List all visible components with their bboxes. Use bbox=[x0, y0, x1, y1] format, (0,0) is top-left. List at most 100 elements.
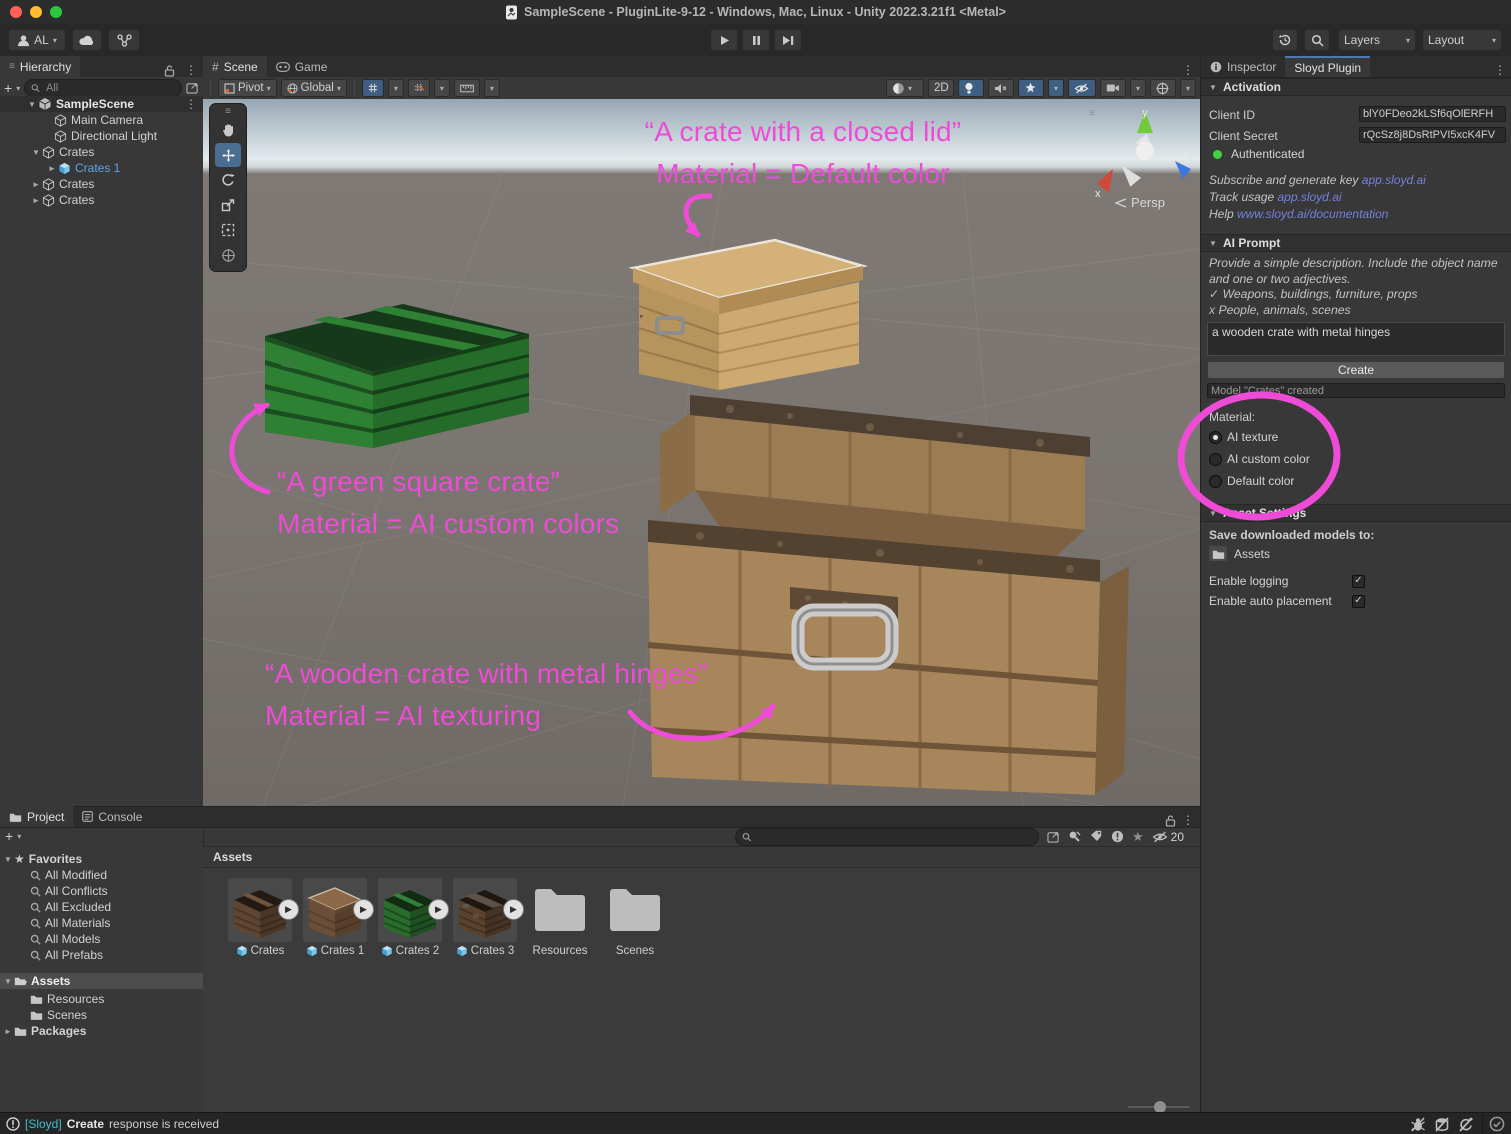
gizmos-button[interactable] bbox=[1150, 79, 1176, 97]
asset-thumbnail[interactable] bbox=[603, 878, 667, 942]
radio-default-color[interactable]: Default color bbox=[1209, 474, 1294, 488]
chevron-down-icon[interactable]: ▾ bbox=[16, 84, 20, 93]
tab-game[interactable]: Game bbox=[267, 56, 337, 77]
expand-subassets-button[interactable]: ▶ bbox=[353, 899, 374, 920]
assets-root-row[interactable]: ▼ Assets bbox=[0, 973, 203, 989]
layers-dropdown[interactable]: Layers ▾ bbox=[1338, 29, 1416, 51]
open-window-icon[interactable] bbox=[1047, 831, 1060, 843]
project-add-button[interactable]: + bbox=[5, 828, 13, 844]
label-tag-icon[interactable] bbox=[1090, 830, 1103, 843]
hand-tool[interactable] bbox=[215, 118, 241, 142]
measure-options[interactable]: ▾ bbox=[484, 79, 500, 97]
tree-item-resources[interactable]: Resources bbox=[0, 991, 203, 1007]
project-search-input[interactable] bbox=[755, 830, 1032, 844]
hierarchy-row-prefab[interactable]: ► Crates 1 bbox=[0, 160, 203, 176]
client-secret-field[interactable]: rQcSz8j8DsRtPVI5xcK4FV bbox=[1359, 127, 1506, 143]
save-folder-row[interactable]: Assets bbox=[1209, 546, 1270, 561]
tab-console[interactable]: Console bbox=[73, 806, 151, 827]
tab-hierarchy[interactable]: ≡ Hierarchy bbox=[0, 56, 80, 77]
version-control-button[interactable] bbox=[108, 29, 140, 51]
hierarchy-row[interactable]: ► Crates bbox=[0, 176, 203, 192]
step-button[interactable] bbox=[774, 29, 802, 51]
favorite-item[interactable]: All Materials bbox=[0, 915, 203, 931]
green-crate-model[interactable] bbox=[253, 284, 543, 454]
project-menu-icon[interactable]: ⋮ bbox=[1176, 813, 1200, 827]
asset-item-crates-3[interactable]: ▶ Crates 3 bbox=[453, 878, 517, 957]
asset-thumbnail[interactable]: ▶ bbox=[453, 878, 517, 942]
scene-camera-options[interactable]: ▾ bbox=[1130, 79, 1146, 97]
asset-item-crates-1[interactable]: ▶ Crates 1 bbox=[303, 878, 367, 957]
grid-snap-options[interactable]: ▾ bbox=[388, 79, 404, 97]
cache-disabled-icon[interactable] bbox=[1430, 1114, 1454, 1134]
foldout-open-icon[interactable]: ▼ bbox=[30, 148, 42, 157]
scene-viewport[interactable]: ≡ bbox=[203, 99, 1200, 806]
assets-breadcrumb[interactable]: Assets bbox=[203, 847, 1200, 868]
move-tool[interactable] bbox=[215, 143, 241, 167]
hierarchy-row[interactable]: ▼ Crates bbox=[0, 144, 203, 160]
client-id-field[interactable]: blY0FDeo2kLSf6qOlERFH bbox=[1359, 106, 1506, 122]
expand-subassets-button[interactable]: ▶ bbox=[503, 899, 524, 920]
search-by-type-icon[interactable] bbox=[1068, 830, 1082, 843]
tab-sloyd-plugin[interactable]: Sloyd Plugin bbox=[1285, 56, 1370, 77]
prompt-input[interactable]: a wooden crate with metal hinges bbox=[1207, 322, 1505, 356]
warning-icon[interactable] bbox=[1111, 830, 1124, 843]
radio-ai-custom-color[interactable]: AI custom color bbox=[1209, 452, 1310, 466]
hierarchy-search[interactable] bbox=[24, 79, 182, 97]
ai-prompt-header[interactable]: ▼ AI Prompt bbox=[1201, 234, 1511, 252]
activation-header[interactable]: ▼ Activation bbox=[1201, 78, 1511, 96]
foldout-closed-icon[interactable]: ► bbox=[2, 1027, 14, 1036]
layout-dropdown[interactable]: Layout ▾ bbox=[1422, 29, 1502, 51]
asset-item-resources[interactable]: Resources bbox=[528, 878, 592, 957]
favorite-item[interactable]: All Modified bbox=[0, 867, 203, 883]
lock-icon[interactable] bbox=[1165, 814, 1176, 827]
hierarchy-menu-icon[interactable]: ⋮ bbox=[179, 63, 203, 77]
rotate-tool[interactable] bbox=[215, 168, 241, 192]
hierarchy-row[interactable]: Directional Light bbox=[0, 128, 203, 144]
foldout-closed-icon[interactable]: ► bbox=[46, 164, 58, 173]
project-search[interactable] bbox=[735, 828, 1039, 846]
progress-status-icon[interactable] bbox=[1482, 1114, 1511, 1134]
hierarchy-row[interactable]: ► Crates bbox=[0, 192, 203, 208]
close-window-button[interactable] bbox=[10, 6, 22, 18]
transform-tool[interactable] bbox=[215, 243, 241, 267]
minimize-window-button[interactable] bbox=[30, 6, 42, 18]
rect-tool[interactable] bbox=[215, 218, 241, 242]
tree-item-scenes[interactable]: Scenes bbox=[0, 1007, 203, 1023]
open-window-icon[interactable] bbox=[186, 82, 199, 94]
search-button[interactable] bbox=[1304, 29, 1330, 51]
tab-inspector[interactable]: Inspector bbox=[1201, 56, 1285, 77]
create-button[interactable]: Create bbox=[1207, 361, 1505, 379]
pause-button[interactable] bbox=[742, 29, 770, 51]
global-dropdown[interactable]: Global ▾ bbox=[281, 79, 347, 97]
tab-scene[interactable]: # Scene bbox=[203, 56, 267, 77]
pivot-dropdown[interactable]: Pivot ▾ bbox=[218, 79, 277, 97]
favorite-item[interactable]: All Excluded bbox=[0, 899, 203, 915]
measure-button[interactable] bbox=[454, 79, 480, 97]
asset-thumbnail[interactable]: ▶ bbox=[378, 878, 442, 942]
inspector-menu-icon[interactable]: ⋮ bbox=[1488, 63, 1511, 77]
asset-settings-header[interactable]: ▼ Asset Settings bbox=[1201, 504, 1511, 522]
scene-panel-menu-icon[interactable]: ⋮ bbox=[1176, 63, 1200, 77]
favorite-item[interactable]: All Conflicts bbox=[0, 883, 203, 899]
tab-project[interactable]: Project bbox=[0, 806, 73, 827]
increment-snap-button[interactable] bbox=[408, 79, 430, 97]
expand-subassets-button[interactable]: ▶ bbox=[278, 899, 299, 920]
axis-gizmo-icon[interactable]: y x z bbox=[1083, 105, 1193, 201]
hierarchy-row[interactable]: Main Camera bbox=[0, 112, 203, 128]
expand-subassets-button[interactable]: ▶ bbox=[428, 899, 449, 920]
hierarchy-add-button[interactable]: + bbox=[4, 80, 12, 96]
asset-item-crates[interactable]: ▶ Crates bbox=[228, 878, 292, 957]
play-button[interactable] bbox=[710, 29, 738, 51]
scene-camera-button[interactable] bbox=[1100, 79, 1126, 97]
effects-button[interactable] bbox=[1018, 79, 1044, 97]
link-track-usage[interactable]: app.sloyd.ai bbox=[1277, 190, 1341, 204]
favorite-filter-icon[interactable]: ★ bbox=[1132, 829, 1144, 845]
link-subscribe[interactable]: app.sloyd.ai bbox=[1362, 173, 1426, 187]
cloud-button[interactable] bbox=[72, 29, 102, 51]
lock-icon[interactable] bbox=[164, 64, 175, 77]
checkbox-checked-icon[interactable]: ✓ bbox=[1352, 595, 1365, 608]
link-documentation[interactable]: www.sloyd.ai/documentation bbox=[1237, 207, 1388, 221]
asset-item-scenes[interactable]: Scenes bbox=[603, 878, 667, 957]
toggle-enable-logging[interactable]: Enable logging ✓ bbox=[1209, 574, 1506, 588]
status-bar[interactable]: [Sloyd] Create response is received bbox=[0, 1112, 1511, 1134]
